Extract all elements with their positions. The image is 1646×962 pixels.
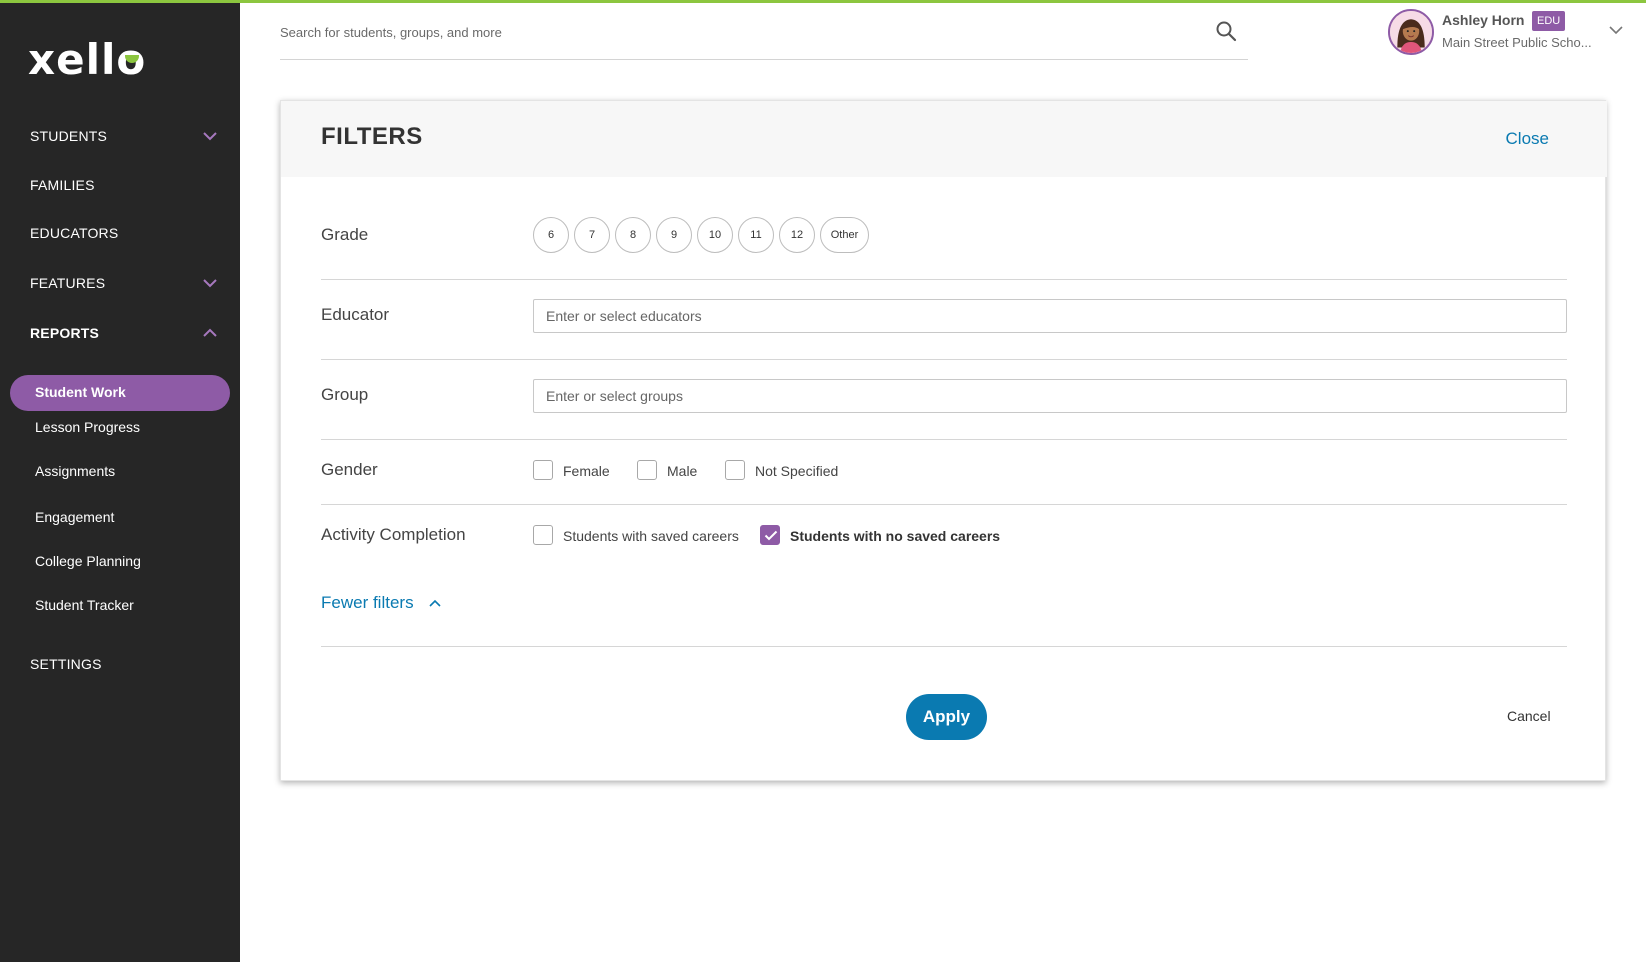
gender-not-specified-checkbox[interactable]	[725, 460, 745, 480]
activity-completion-label: Activity Completion	[321, 525, 466, 544]
sidebar-item-label: FAMILIES	[30, 177, 95, 193]
sidebar-subitem-student-tracker[interactable]: Student Tracker	[35, 597, 134, 613]
sidebar-item-students[interactable]: STUDENTS	[30, 128, 220, 144]
chevron-down-icon	[200, 273, 220, 293]
sidebar-subitem-assignments[interactable]: Assignments	[35, 463, 115, 479]
grade-option-10[interactable]: 10	[697, 217, 733, 253]
filters-header: FILTERS Close	[281, 101, 1607, 177]
sidebar-subitem-lesson-progress[interactable]: Lesson Progress	[35, 419, 140, 435]
sidebar-item-reports[interactable]: REPORTS	[30, 325, 220, 341]
grade-option-6[interactable]: 6	[533, 217, 569, 253]
search-input[interactable]	[280, 14, 1180, 50]
grade-option-12[interactable]: 12	[779, 217, 815, 253]
chevron-up-icon	[200, 323, 220, 343]
no-saved-careers-label[interactable]: Students with no saved careers	[790, 528, 1000, 544]
search-icon[interactable]	[1215, 20, 1237, 42]
grade-option-9[interactable]: 9	[656, 217, 692, 253]
panel-title: FILTERS	[321, 123, 423, 150]
sidebar-item-label: EDUCATORS	[30, 225, 119, 241]
chevron-down-icon	[200, 126, 220, 146]
divider	[321, 646, 1567, 647]
sidebar-item-features[interactable]: FEATURES	[30, 275, 220, 291]
divider	[321, 439, 1567, 440]
cancel-button[interactable]: Cancel	[1507, 708, 1551, 724]
filters-panel: FILTERS Close Grade 6 7 8 9 10 11 12 Oth…	[280, 100, 1607, 781]
sidebar-subitem-engagement[interactable]: Engagement	[35, 509, 114, 525]
top-accent-bar	[0, 0, 1646, 3]
apply-button[interactable]: Apply	[906, 694, 987, 740]
sidebar-item-label: STUDENTS	[30, 128, 108, 144]
grade-label: Grade	[321, 225, 369, 244]
chevron-up-icon	[429, 599, 441, 607]
close-button[interactable]: Close	[1506, 129, 1549, 149]
fewer-filters-label: Fewer filters	[321, 593, 414, 612]
gender-male-label[interactable]: Male	[667, 463, 697, 479]
role-badge: EDU	[1532, 11, 1566, 31]
divider	[321, 504, 1567, 505]
sidebar: xello STUDENTS FAMILIES EDUCATORS FEATUR…	[0, 3, 240, 962]
no-saved-careers-checkbox[interactable]	[760, 525, 780, 545]
gender-female-checkbox[interactable]	[533, 460, 553, 480]
sidebar-item-settings[interactable]: SETTINGS	[30, 656, 220, 672]
divider	[321, 279, 1567, 280]
user-name: Ashley Horn	[1442, 12, 1525, 28]
gender-label: Gender	[321, 460, 378, 479]
divider	[321, 359, 1567, 360]
sidebar-item-label: REPORTS	[30, 325, 100, 341]
sidebar-item-label: FEATURES	[30, 275, 106, 291]
grade-option-7[interactable]: 7	[574, 217, 610, 253]
sidebar-item-label: SETTINGS	[30, 656, 102, 672]
user-menu[interactable]: Ashley Horn EDU Main Street Public Scho.…	[1388, 8, 1628, 58]
saved-careers-checkbox[interactable]	[533, 525, 553, 545]
sidebar-subitem-student-work[interactable]: Student Work	[10, 375, 230, 411]
fewer-filters-toggle[interactable]: Fewer filters	[321, 593, 442, 613]
sidebar-subitem-college-planning[interactable]: College Planning	[35, 553, 141, 569]
group-label: Group	[321, 385, 369, 404]
sidebar-item-educators[interactable]: EDUCATORS	[30, 225, 220, 241]
gender-not-specified-label[interactable]: Not Specified	[755, 463, 838, 479]
grade-option-11[interactable]: 11	[738, 217, 774, 253]
educator-field[interactable]	[533, 299, 1567, 333]
chevron-down-icon	[1609, 26, 1623, 35]
user-school: Main Street Public Scho...	[1442, 35, 1592, 50]
global-search	[280, 14, 1248, 60]
group-field[interactable]	[533, 379, 1567, 413]
gender-female-label[interactable]: Female	[563, 463, 610, 479]
sidebar-subitem-label: Student Work	[35, 384, 126, 400]
educator-label: Educator	[321, 305, 390, 324]
saved-careers-label[interactable]: Students with saved careers	[563, 528, 739, 544]
checkmark-icon	[764, 530, 778, 541]
avatar	[1388, 9, 1434, 55]
gender-male-checkbox[interactable]	[637, 460, 657, 480]
grade-option-other[interactable]: Other	[820, 217, 869, 253]
grade-option-8[interactable]: 8	[615, 217, 651, 253]
sidebar-item-families[interactable]: FAMILIES	[30, 177, 220, 193]
